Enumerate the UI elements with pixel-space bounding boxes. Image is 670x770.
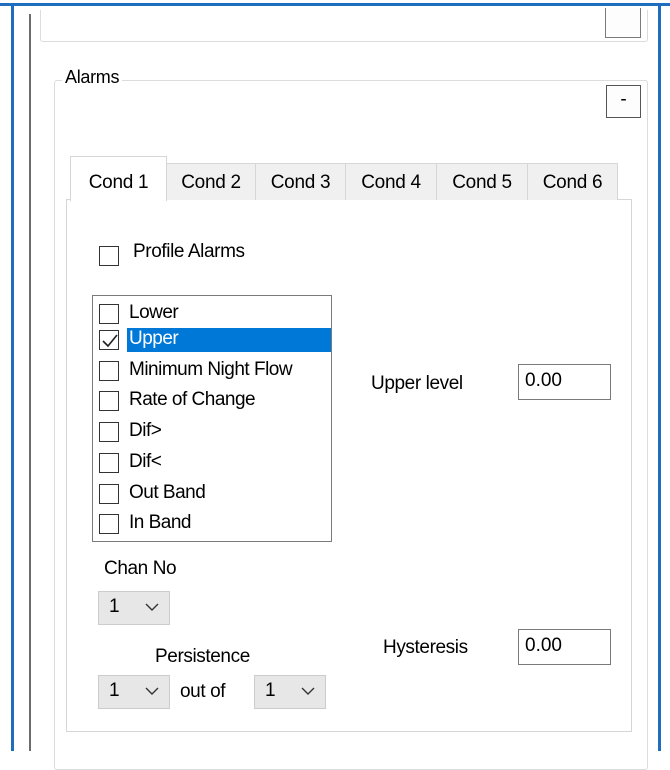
list-item-label: Dif>	[129, 420, 162, 441]
list-item-dif-greater[interactable]: Dif>	[93, 417, 331, 447]
rate-of-change-checkbox[interactable]	[99, 391, 119, 411]
window-right-border	[658, 0, 670, 751]
tab-cond-5[interactable]: Cond 5	[436, 163, 528, 200]
list-item-in-band[interactable]: In Band	[93, 509, 331, 539]
list-item-label: Rate of Change	[129, 389, 256, 410]
list-item-label: Lower	[129, 302, 179, 323]
previous-group-box	[40, 10, 648, 42]
list-item-label: Out Band	[129, 482, 206, 503]
upper-level-label: Upper level	[371, 373, 463, 394]
window-top-border	[0, 0, 670, 6]
alarm-types-list[interactable]: Lower Upper Minimum Night Flow Rate of C…	[92, 295, 332, 542]
list-item-out-band[interactable]: Out Band	[93, 479, 331, 509]
window-left-border	[0, 0, 14, 751]
in-band-checkbox[interactable]	[99, 514, 119, 534]
chan-no-value: 1	[109, 596, 120, 617]
persistence-out-of-value: 1	[265, 680, 276, 701]
upper-level-input[interactable]: 0.00	[518, 364, 611, 400]
panel-divider	[29, 14, 31, 751]
chan-no-dropdown[interactable]: 1	[98, 591, 170, 625]
persistence-label: Persistence	[155, 646, 250, 667]
persistence-value: 1	[109, 680, 120, 701]
out-band-checkbox[interactable]	[99, 484, 119, 504]
out-of-label: out of	[180, 681, 226, 702]
minimum-night-flow-checkbox[interactable]	[99, 361, 119, 381]
tab-cond-2[interactable]: Cond 2	[166, 163, 256, 200]
chevron-down-icon	[145, 687, 159, 695]
list-item-rate-of-change[interactable]: Rate of Change	[93, 386, 331, 416]
list-item-label: Upper	[127, 328, 331, 352]
upper-checkbox[interactable]	[99, 330, 119, 350]
list-item-dif-less[interactable]: Dif<	[93, 448, 331, 478]
dif-less-checkbox[interactable]	[99, 453, 119, 473]
tab-cond-3[interactable]: Cond 3	[255, 163, 346, 200]
dif-greater-checkbox[interactable]	[99, 422, 119, 442]
lower-checkbox[interactable]	[99, 304, 119, 324]
persistence-dropdown[interactable]: 1	[98, 675, 170, 709]
chevron-down-icon	[301, 687, 315, 695]
previous-group-collapse-button[interactable]	[605, 8, 641, 38]
list-item-minimum-night-flow[interactable]: Minimum Night Flow	[93, 356, 331, 386]
list-item-label: Dif<	[129, 451, 162, 472]
profile-alarms-label: Profile Alarms	[133, 241, 245, 262]
alarms-collapse-button[interactable]: -	[606, 85, 641, 118]
list-item-upper[interactable]: Upper	[93, 325, 331, 355]
tab-cond-6[interactable]: Cond 6	[527, 163, 618, 200]
tab-cond-1[interactable]: Cond 1	[70, 156, 167, 201]
persistence-out-of-dropdown[interactable]: 1	[254, 675, 326, 709]
list-item-label: Minimum Night Flow	[129, 359, 293, 380]
hysteresis-label: Hysteresis	[383, 637, 468, 658]
chan-no-label: Chan No	[104, 558, 177, 579]
hysteresis-input[interactable]: 0.00	[518, 629, 611, 665]
checkmark-icon	[102, 334, 118, 348]
chevron-down-icon	[145, 603, 159, 611]
tab-cond-4[interactable]: Cond 4	[345, 163, 437, 200]
list-item-label: In Band	[129, 512, 192, 533]
alarms-group-title: Alarms	[62, 67, 123, 88]
profile-alarms-checkbox[interactable]	[99, 246, 119, 266]
